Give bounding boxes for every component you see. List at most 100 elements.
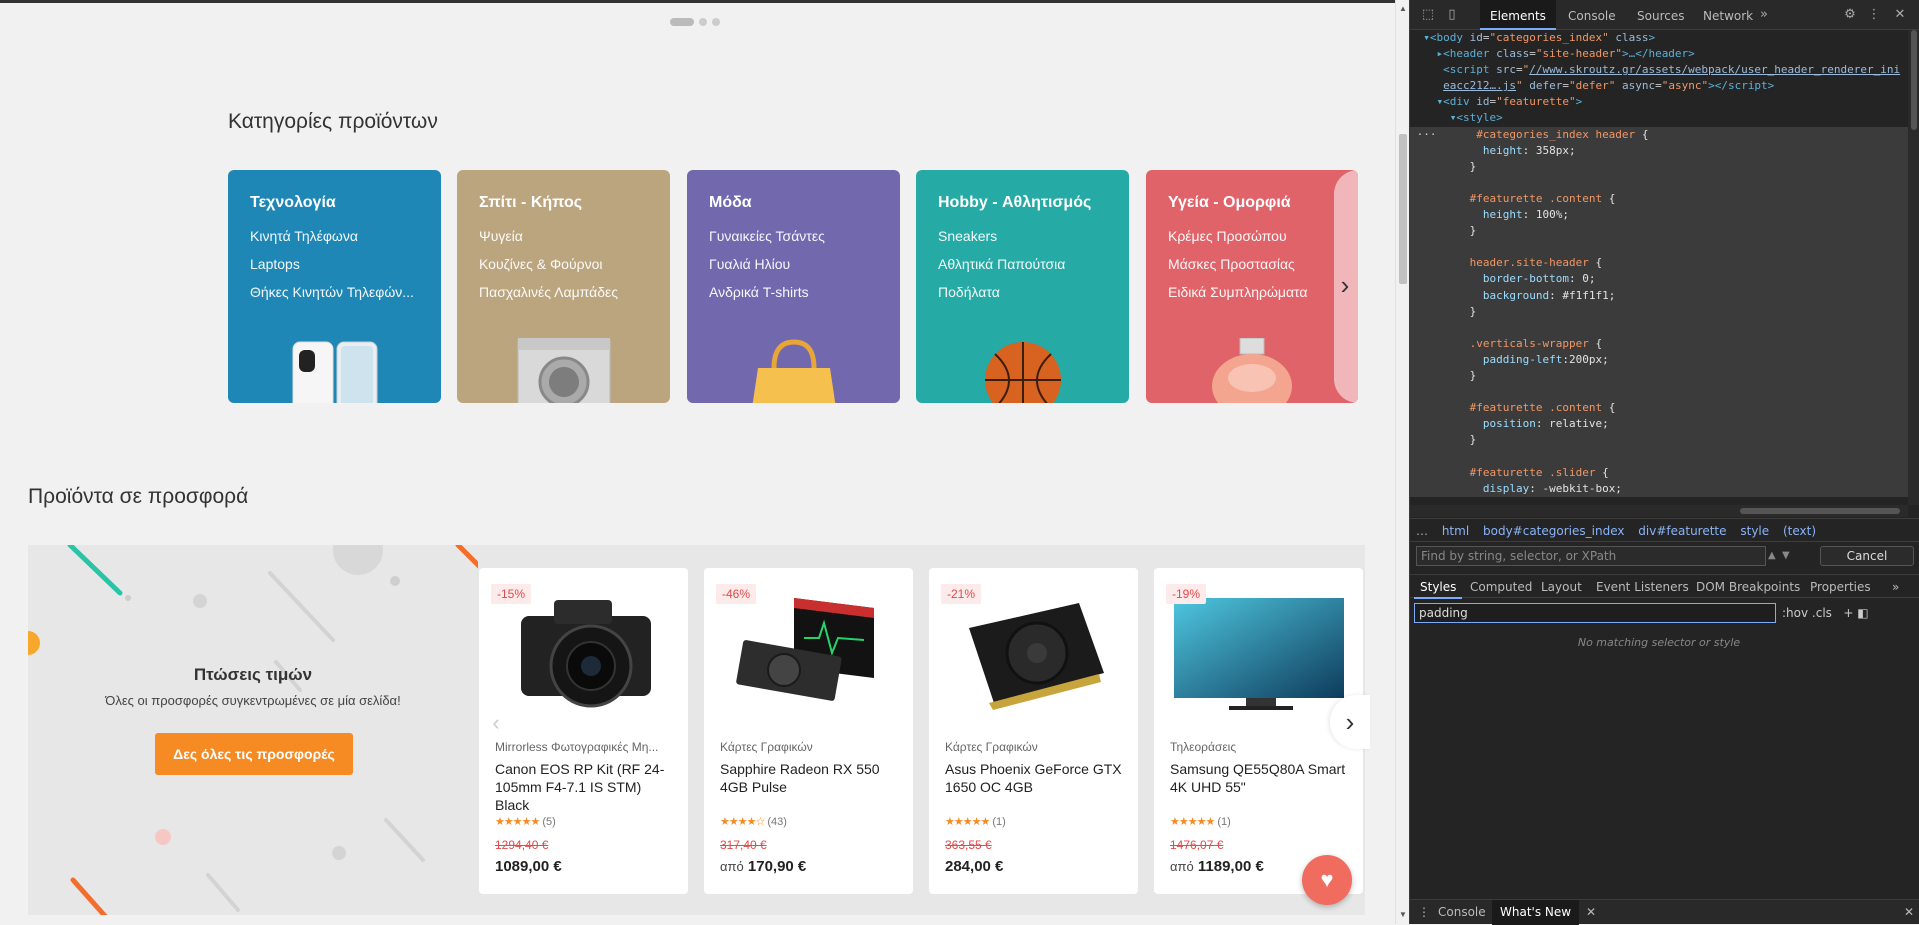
category-link[interactable]: Sneakers [938,228,1107,244]
cancel-button[interactable]: Cancel [1820,546,1914,566]
inspect-element-icon[interactable]: ⬚ [1420,7,1436,23]
close-icon[interactable]: ✕ [1578,900,1604,925]
breadcrumb-item[interactable]: div#featurette [1638,524,1726,538]
devtools-drawer: ⋮ Console What's New ✕ ✕ [1410,899,1919,925]
close-drawer-icon[interactable]: ✕ [1896,900,1919,925]
perfume-image [1212,338,1292,403]
category-card-fashion[interactable]: Μόδα Γυναικείες Τσάντες Γυαλιά Ηλίου Ανδ… [687,170,900,403]
tab-network[interactable]: Network [1693,0,1763,30]
category-name: Υγεία - Ομορφιά [1168,194,1291,211]
tab-dom-breakpoints[interactable]: DOM Breakpoints [1690,575,1806,599]
product-category[interactable]: Mirrorless Φωτογραφικές Μη... [495,740,675,754]
category-link[interactable]: Ανδρικά T-shirts [709,284,878,300]
close-icon[interactable]: ✕ [1892,7,1908,23]
review-count: (5) [542,816,556,828]
category-link[interactable]: Ψυγεία [479,228,648,244]
see-all-deals-button[interactable]: Δες όλες τις προσφορές [155,733,353,775]
styles-filter-input[interactable]: padding [1414,603,1776,623]
handbag-image [752,339,835,403]
heart-icon[interactable]: ♥ [1302,855,1352,905]
product-card[interactable]: -21% Κάρτες Γραφικών Asus Phoenix GeForc… [929,568,1138,894]
category-link[interactable]: Κρέμες Προσώπου [1168,228,1336,244]
category-link[interactable]: Θήκες Κινητών Τηλεφών... [250,284,419,300]
old-price: 1294,40 € [495,838,549,852]
product-name[interactable]: Asus Phoenix GeForce GTX 1650 OC 4GB [945,760,1125,796]
category-card-hobby-sports[interactable]: Hobby - Αθλητισμός Sneakers Αθλητικά Παπ… [916,170,1129,403]
category-link[interactable]: Γυναικείες Τσάντες [709,228,878,244]
category-card-technology[interactable]: Τεχνολογία Κινητά Τηλέφωνα Laptops Θήκες… [228,170,441,403]
basketball-image [984,342,1061,403]
product-card[interactable]: -46% Κάρτες Γραφικών Sapphire Radeon RX … [704,568,913,894]
category-link[interactable]: Γυαλιά Ηλίου [709,256,878,272]
category-card-health-beauty[interactable]: Υγεία - Ομορφιά Κρέμες Προσώπου Μάσκες Π… [1146,170,1358,403]
device-toolbar-icon[interactable]: ▯ [1444,7,1460,23]
product-name[interactable]: Samsung QE55Q80A Smart 4K UHD 55" [1170,760,1350,796]
category-link[interactable]: Αθλητικά Παπούτσια [938,256,1107,272]
category-link[interactable]: Ειδικά Συμπληρώματα [1168,284,1336,300]
styles-pane-tabs: Styles Computed Layout Event Listeners D… [1410,574,1919,599]
tab-console[interactable]: Console [1558,0,1626,30]
product-price: 1089,00 € [495,858,562,875]
discount-badge: -15% [491,584,532,604]
category-link[interactable]: Laptops [250,256,419,272]
scroll-down-icon[interactable]: ▼ [1399,910,1407,919]
product-card[interactable]: -15% Mirrorless Φωτογραφικές Μη... Canon… [479,568,688,894]
categories-next-button[interactable]: › [1330,265,1360,305]
find-nav-arrows[interactable]: ▲ ▼ [1768,546,1808,566]
browser-viewport: Κατηγορίες προϊόντων Τεχνολογία Κινητά Τ… [0,0,1395,924]
decorative-shapes [28,545,478,915]
tab-elements[interactable]: Elements [1480,0,1556,30]
tab-computed[interactable]: Computed [1464,575,1538,599]
dom-horizontal-scrollbar[interactable] [1410,505,1908,517]
page-scrollbar[interactable]: ▲ ▼ [1395,0,1409,924]
gear-icon[interactable]: ⚙ [1842,7,1858,23]
product-category[interactable]: Κάρτες Γραφικών [945,740,1125,754]
kebab-menu-icon[interactable]: ⋮ [1866,7,1882,23]
deals-title: Προϊόντα σε προσφορά [28,485,249,508]
review-count: (1) [992,816,1006,828]
category-link[interactable]: Κουζίνες & Φούρνοι [479,256,648,272]
tab-styles[interactable]: Styles [1414,575,1463,599]
category-link[interactable]: Κινητά Τηλέφωνα [250,228,419,244]
category-link[interactable]: Πασχαλινές Λαμπάδες [479,284,648,300]
product-rating: ★★★★☆ (43) [720,815,787,828]
category-card-home-garden[interactable]: Σπίτι - Κήπος Ψυγεία Κουζίνες & Φούρνοι … [457,170,670,403]
tab-layout[interactable]: Layout [1535,575,1588,599]
tab-sources[interactable]: Sources [1627,0,1694,30]
drawer-tab-whats-new[interactable]: What's New [1492,900,1580,925]
product-name[interactable]: Canon EOS RP Kit (RF 24-105mm F4-7.1 IS … [495,760,675,814]
add-rule-icon[interactable]: + [1843,606,1853,620]
price-from-label: από [1170,859,1194,874]
breadcrumb-ellipsis[interactable]: … [1416,524,1428,538]
toggle-sidebar-icon[interactable]: ◧ [1857,606,1868,620]
breadcrumb-item[interactable]: style [1740,524,1769,538]
product-name[interactable]: Sapphire Radeon RX 550 4GB Pulse [720,760,900,796]
hov-cls-toggles[interactable]: :hov .cls [1782,606,1832,620]
category-link[interactable]: Μάσκες Προστασίας [1168,256,1336,272]
dom-tree[interactable]: ▾<body id="categories_index" class> ▸<he… [1410,30,1908,505]
old-price: 317,40 € [720,838,767,852]
breadcrumb-item[interactable]: (text) [1783,524,1816,538]
dom-scrollbar[interactable] [1908,30,1919,505]
product-category[interactable]: Κάρτες Γραφικών [720,740,900,754]
breadcrumb-item[interactable]: html [1442,524,1469,538]
find-input[interactable]: Find by string, selector, or XPath [1416,546,1766,566]
carousel-dots[interactable] [670,18,720,26]
products-prev-button[interactable]: ‹ [483,705,509,741]
old-price: 363,55 € [945,838,992,852]
tab-event-listeners[interactable]: Event Listeners [1590,575,1695,599]
tab-properties[interactable]: Properties [1804,575,1877,599]
price-value: 284,00 € [945,858,1004,875]
filter-tools[interactable]: :hov .cls + ◧ [1782,603,1869,623]
devtools-panel: ⬚ ▯ Elements Console Sources Network » ⚙… [1409,0,1919,925]
scrollbar-thumb[interactable] [1399,134,1407,284]
more-tabs-icon[interactable]: » [1756,7,1772,23]
category-name: Μόδα [709,194,752,211]
scroll-up-icon[interactable]: ▲ [1399,4,1407,13]
breadcrumb-item[interactable]: body#categories_index [1483,524,1624,538]
more-tabs-icon[interactable]: » [1886,575,1905,599]
drawer-tab-console[interactable]: Console [1430,900,1494,925]
product-rating: ★★★★★ (1) [1170,815,1231,828]
category-link[interactable]: Ποδήλατα [938,284,1107,300]
product-category[interactable]: Τηλεοράσεις [1170,740,1350,754]
